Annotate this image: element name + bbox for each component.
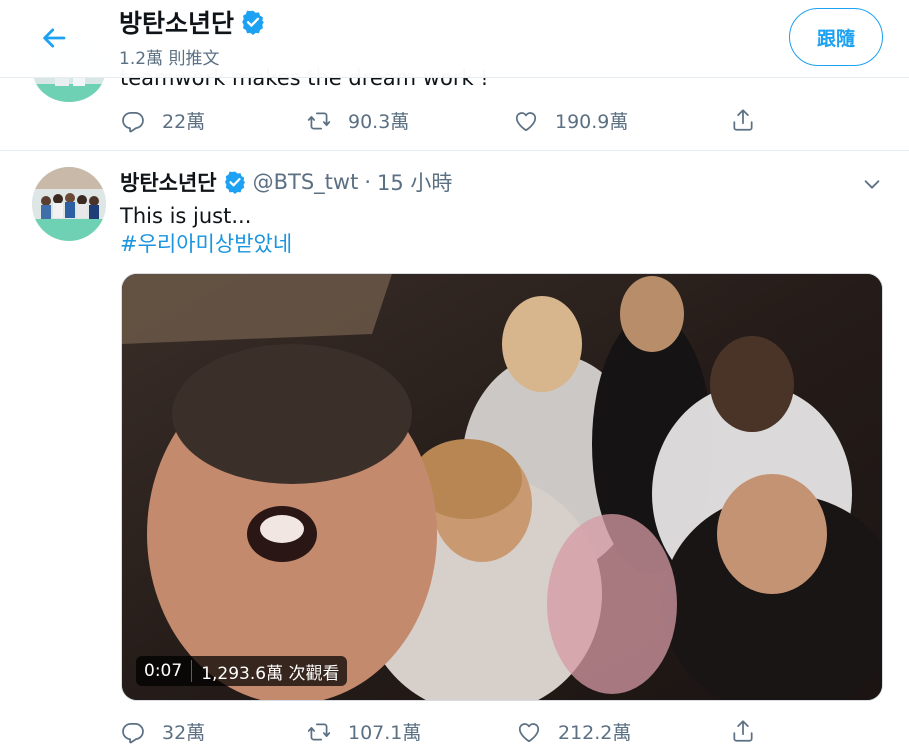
verified-badge-icon — [224, 171, 245, 194]
tweet-actions: 32萬 107.1萬 212.2萬 — [120, 718, 760, 748]
like-button[interactable]: 190.9萬 — [513, 107, 628, 134]
retweet-icon — [307, 112, 331, 129]
retweet-count: 90.3萬 — [348, 111, 410, 133]
video-thumbnail — [122, 274, 882, 700]
timestamp[interactable]: 15 小時 — [377, 167, 452, 197]
verified-badge-icon — [242, 10, 264, 35]
separator-dot: · — [364, 170, 372, 194]
hashtag-link[interactable]: #우리아미상받았네 — [120, 230, 292, 258]
video-duration: 0:07 — [144, 661, 183, 681]
retweet-count: 107.1萬 — [348, 722, 422, 744]
reply-icon — [122, 722, 144, 743]
divider — [191, 660, 193, 682]
like-icon — [518, 722, 540, 742]
retweet-button[interactable]: 90.3萬 — [306, 107, 409, 134]
tweet-actions: 22萬 90.3萬 190.9萬 — [120, 107, 760, 137]
profile-header: 방탄소년단 1.2萬 則推文 跟隨 — [0, 0, 909, 78]
chevron-down-icon — [864, 180, 880, 189]
back-button[interactable] — [36, 20, 72, 56]
profile-name-text: 방탄소년단 — [119, 9, 235, 38]
video-views: 1,293.6萬 次觀看 — [201, 663, 340, 684]
reply-count: 22萬 — [162, 111, 206, 133]
retweet-button[interactable]: 107.1萬 — [306, 718, 421, 745]
tweet[interactable]: 방탄소년단 @BTS_twt · 15 小時 This is just... #… — [0, 152, 909, 750]
video-player[interactable]: 0:07 1,293.6萬 次觀看 — [121, 273, 883, 701]
author-name[interactable]: 방탄소년단 — [120, 167, 217, 197]
like-count: 190.9萬 — [555, 111, 629, 133]
share-icon — [733, 109, 753, 131]
share-button[interactable] — [730, 107, 756, 133]
like-button[interactable]: 212.2萬 — [516, 718, 631, 745]
profile-name: 방탄소년단 — [119, 4, 266, 40]
video-info-badge: 0:07 1,293.6萬 次觀看 — [136, 656, 348, 686]
tweet-count: 1.2萬 則推文 — [119, 49, 220, 69]
reply-button[interactable]: 32萬 — [120, 718, 205, 745]
share-button[interactable] — [730, 718, 756, 744]
tweet-body: This is just... — [120, 204, 252, 228]
share-icon — [733, 720, 753, 742]
reply-button[interactable]: 22萬 — [120, 107, 205, 134]
tweet-text: This is just... #우리아미상받았네 — [120, 202, 292, 258]
reply-icon — [122, 111, 144, 132]
avatar[interactable] — [32, 167, 106, 241]
follow-button[interactable]: 跟隨 — [789, 8, 883, 66]
back-arrow-icon — [43, 28, 66, 48]
tweet-header: 방탄소년단 @BTS_twt · 15 小時 — [120, 167, 452, 197]
author-handle[interactable]: @BTS_twt — [253, 170, 359, 194]
like-icon — [515, 111, 537, 131]
more-options-button[interactable] — [858, 170, 886, 198]
reply-count: 32萬 — [162, 722, 206, 744]
retweet-icon — [307, 723, 331, 740]
like-count: 212.2萬 — [558, 722, 632, 744]
